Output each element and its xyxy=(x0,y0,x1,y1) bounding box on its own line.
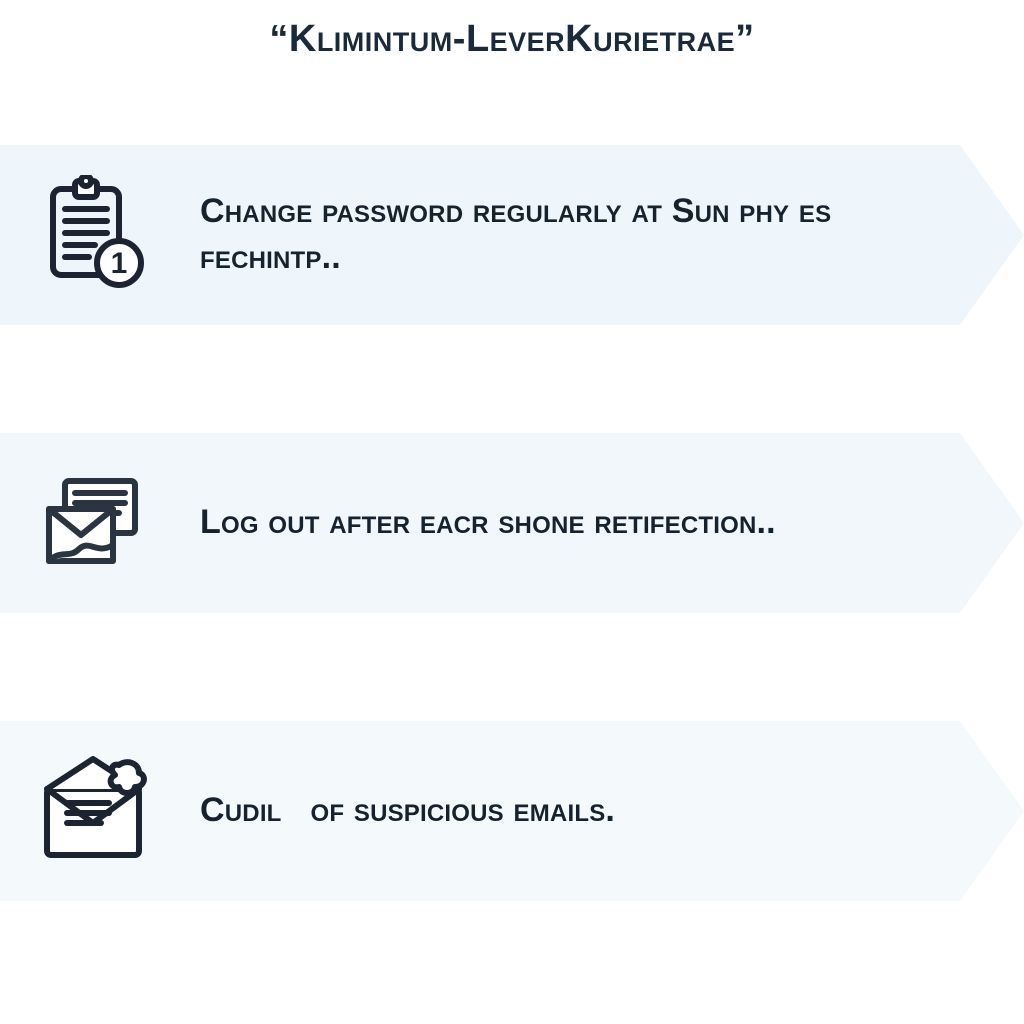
svg-text:1: 1 xyxy=(111,247,128,280)
tip-text: Log out after eacr shone retifection.. xyxy=(200,500,934,546)
tip-row-3: Cudil of suspicious emails. xyxy=(0,721,1024,901)
page-title: “Klimintum-LeverKurietrae” xyxy=(0,18,1024,61)
page: “Klimintum-LeverKurietrae” xyxy=(0,0,1024,1024)
title-text: Klimintum-LeverKurietrae xyxy=(289,18,735,60)
close-quote: ” xyxy=(735,18,755,60)
tip-row-2: Log out after eacr shone retifection.. xyxy=(0,433,1024,613)
clipboard-number-1-icon: 1 xyxy=(30,170,160,300)
tip-text: Cudil of suspicious emails. xyxy=(200,788,934,834)
open-quote: “ xyxy=(269,18,289,60)
mail-document-icon xyxy=(30,458,160,588)
suspicious-email-icon xyxy=(30,746,160,876)
tips-list: 1 Change password regularly at Sun phy e… xyxy=(0,145,1024,901)
tip-text: Change password regularly at Sun phy es … xyxy=(200,189,934,281)
tip-row-1: 1 Change password regularly at Sun phy e… xyxy=(0,145,1024,325)
